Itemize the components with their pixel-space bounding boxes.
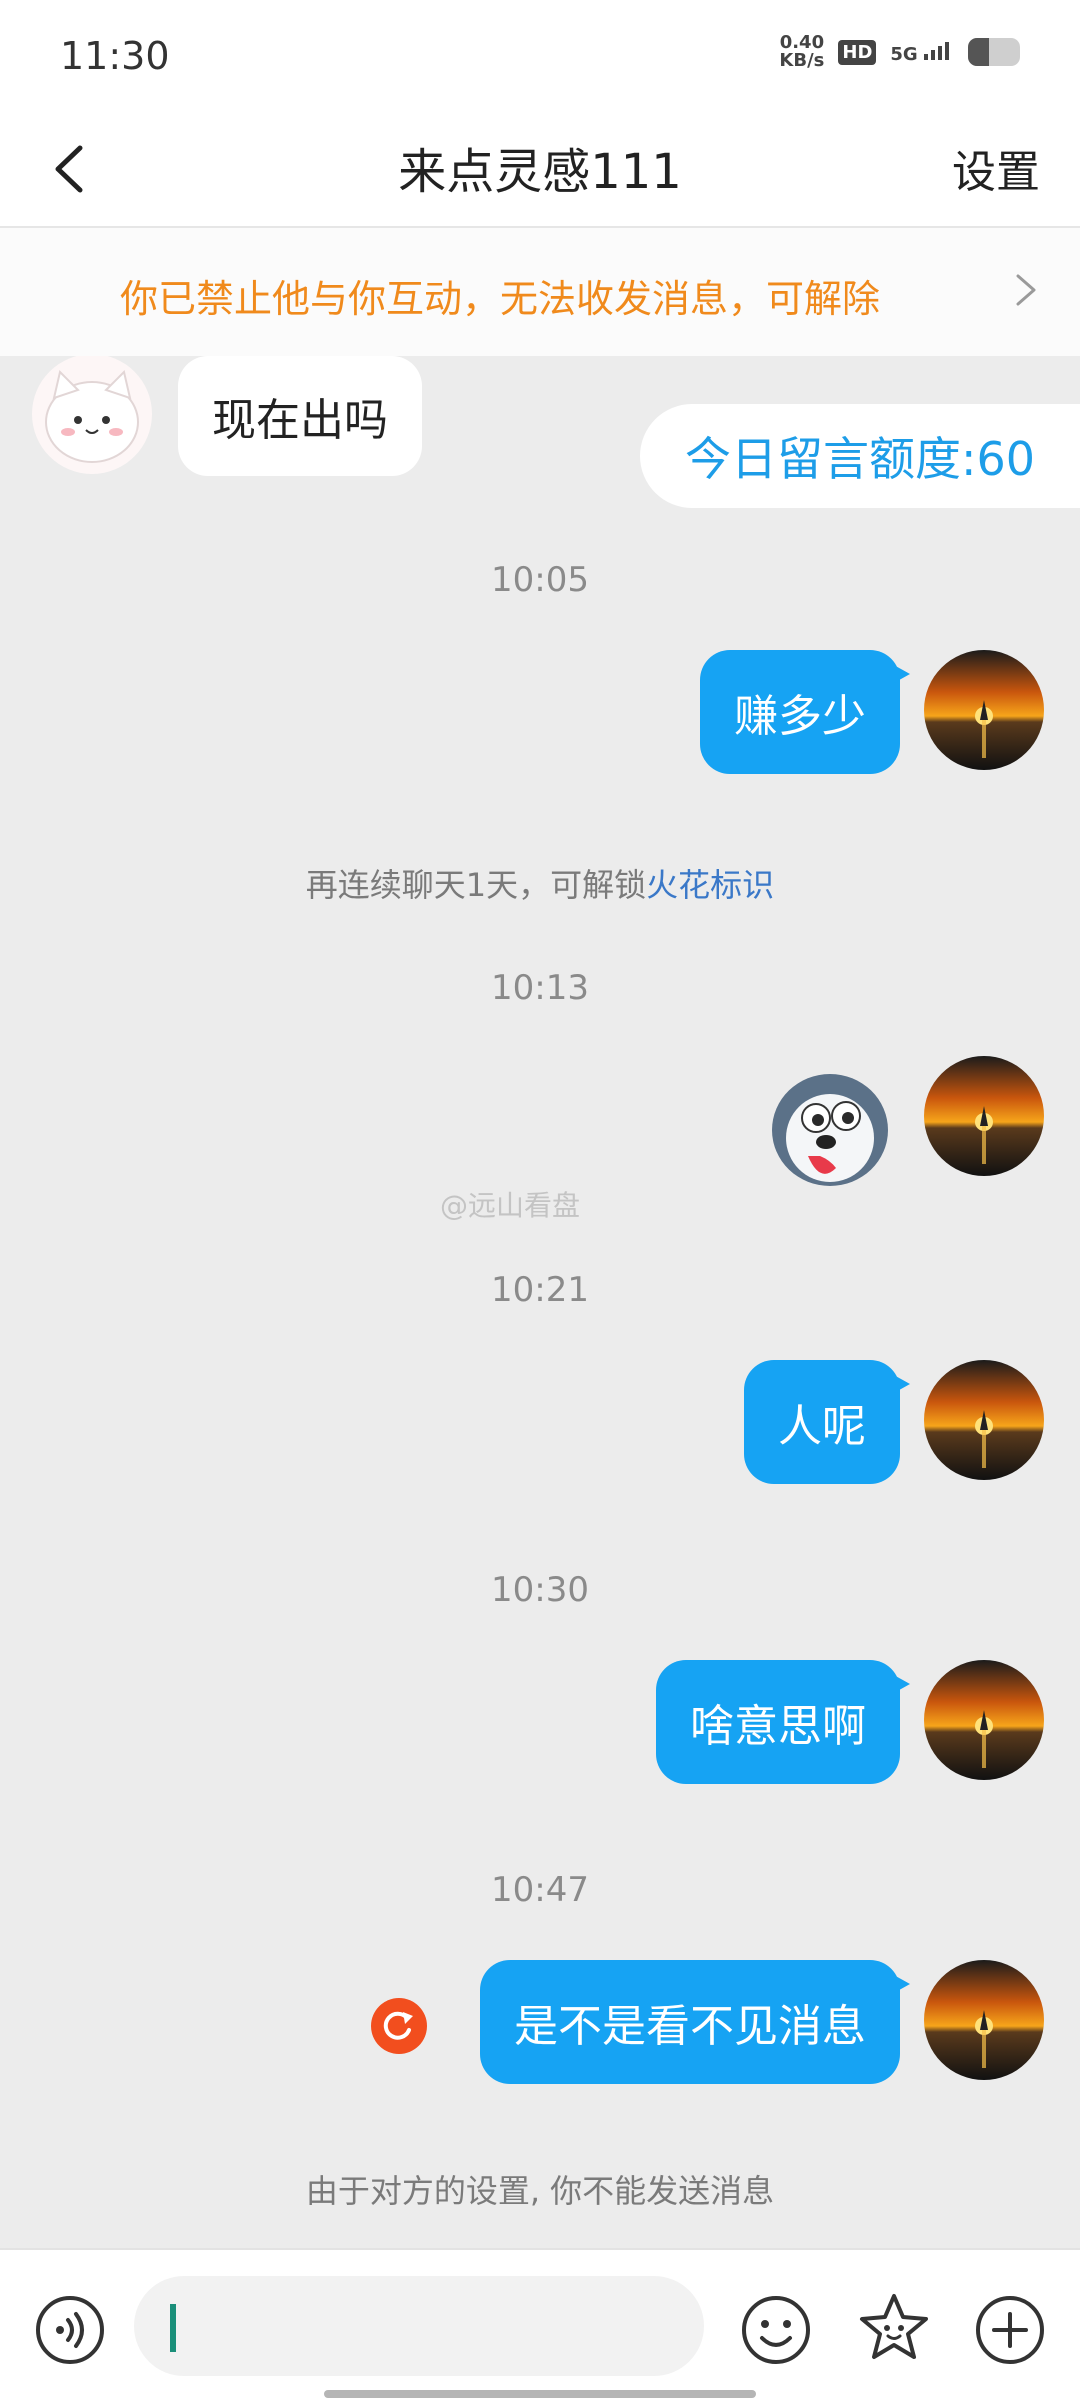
net-speed-unit: KB/s xyxy=(779,50,825,71)
my-avatar[interactable] xyxy=(924,1360,1044,1480)
system-notice: 由于对方的设置, 你不能发送消息 xyxy=(305,2172,775,2210)
system-hint: 再连续聊天1天，可解锁火花标识 xyxy=(0,860,1080,906)
status-bar: 11:30 0.40 KB/s HD 5G xyxy=(0,0,1080,110)
status-time: 11:30 xyxy=(60,34,170,78)
hd-badge: HD xyxy=(838,39,877,65)
net-speed: 0.40 KB/s xyxy=(779,34,824,70)
battery-icon xyxy=(968,38,1020,66)
message-bubble-right[interactable]: 赚多少 xyxy=(700,650,910,774)
timestamp: 10:05 xyxy=(491,560,589,600)
chat-list[interactable]: 现在出吗 今日留言额度:60 10:05 赚多少 再连续聊天1天，可解锁火花标识… xyxy=(0,356,1080,2246)
timestamp: 10:47 xyxy=(491,1870,589,1910)
quota-badge: 今日留言额度:60 xyxy=(640,404,1080,508)
settings-button[interactable]: 设置 xyxy=(952,136,1040,200)
timestamp: 10:30 xyxy=(491,1570,589,1610)
input-bar xyxy=(0,2248,1080,2402)
timestamp: 10:13 xyxy=(491,968,589,1008)
message-bubble-right[interactable]: 是不是看不见消息 xyxy=(480,1960,910,2084)
my-avatar[interactable] xyxy=(924,1056,1044,1176)
retry-icon[interactable] xyxy=(371,1998,427,2054)
message-bubble-left[interactable]: 现在出吗 xyxy=(178,356,422,476)
signal-bars-icon xyxy=(924,41,949,60)
contact-avatar[interactable] xyxy=(32,356,152,474)
message-input[interactable] xyxy=(134,2276,704,2376)
blocked-banner[interactable]: 你已禁止他与你互动，无法收发消息，可解除 xyxy=(0,228,1080,356)
cat-avatar-icon xyxy=(45,370,139,463)
my-avatar[interactable] xyxy=(924,650,1044,770)
emoji-icon[interactable] xyxy=(740,2294,812,2366)
plus-icon[interactable] xyxy=(974,2294,1046,2366)
voice-icon[interactable] xyxy=(34,2294,106,2366)
star-sticker-icon[interactable] xyxy=(856,2290,932,2366)
text-caret xyxy=(170,2304,176,2352)
spark-link[interactable]: 火花标识 xyxy=(646,866,774,904)
my-avatar[interactable] xyxy=(924,1960,1044,2080)
system-hint-prefix: 再连续聊天1天，可解锁 xyxy=(305,866,647,904)
chat-title: 来点灵感111 xyxy=(398,144,682,200)
signal-label-text: 5G xyxy=(890,43,918,65)
signal-label: 5G xyxy=(890,40,954,65)
battery-fill xyxy=(968,38,989,66)
blocked-banner-text: 你已禁止他与你互动，无法收发消息，可解除 xyxy=(120,277,881,321)
message-bubble-right[interactable]: 人呢 xyxy=(744,1360,910,1484)
home-indicator[interactable] xyxy=(324,2390,756,2398)
my-avatar[interactable] xyxy=(924,1660,1044,1780)
watermark: @远山看盘 xyxy=(440,1189,581,1222)
husky-sticker-icon[interactable] xyxy=(760,1056,900,1196)
chat-header: 来点灵感111 设置 xyxy=(0,110,1080,228)
message-bubble-right[interactable]: 啥意思啊 xyxy=(656,1660,910,1784)
status-indicators: 0.40 KB/s HD 5G xyxy=(779,34,1020,70)
timestamp: 10:21 xyxy=(491,1270,589,1310)
chevron-right-icon xyxy=(1016,274,1036,306)
